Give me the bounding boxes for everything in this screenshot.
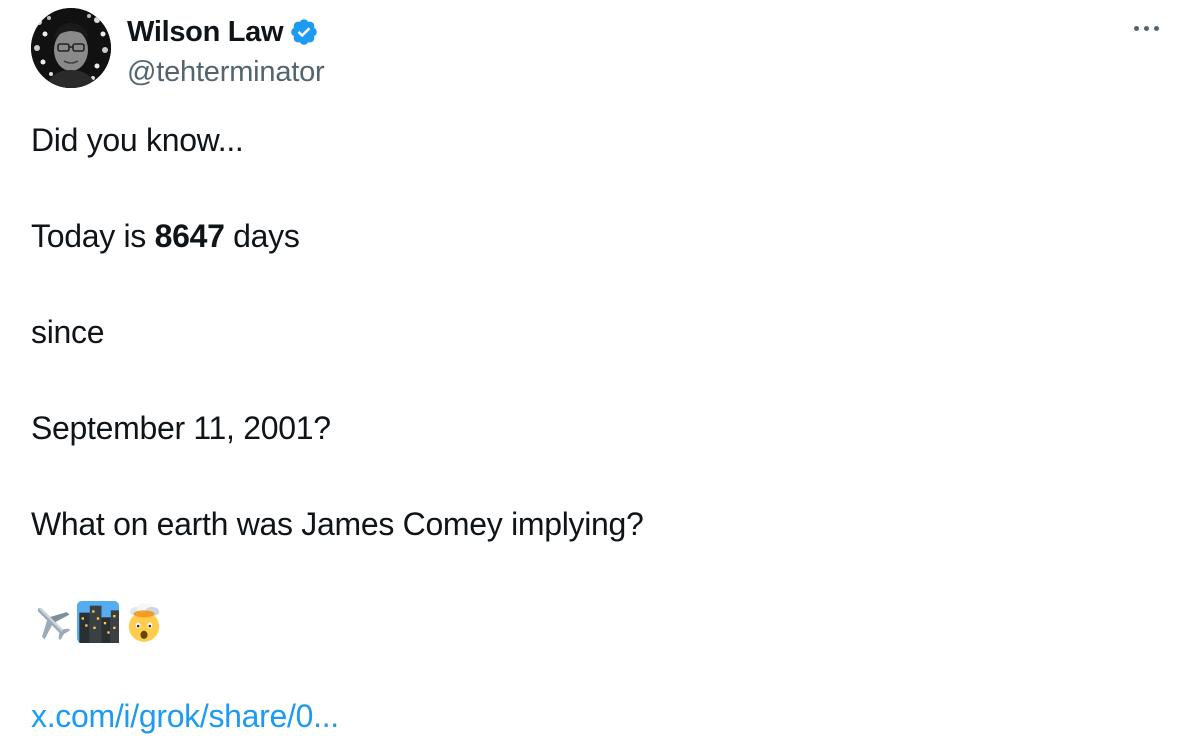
tweet-text-bold-number: 8647 [154,218,225,254]
night-city-emoji-icon [77,601,119,643]
airplane-emoji-icon [31,601,73,643]
avatar[interactable] [31,8,111,88]
ellipsis-icon-dot [1133,25,1139,31]
avatar-image [31,8,111,88]
author-display-name[interactable]: Wilson Law [127,16,284,49]
tweet-text-line-4: September 11, 2001? [31,410,331,446]
tweet-text-line-5: What on earth was James Comey implying? [31,506,644,542]
grok-share-link[interactable]: x.com/i/grok/share/0... [31,696,339,736]
name-row: Wilson Law [127,14,325,50]
tweet-text-prefix: Today is [31,218,155,254]
tweet-text-line-1: Did you know... [31,122,244,158]
verified-badge-icon [289,17,319,47]
author-names: Wilson Law @tehterminator [127,14,325,89]
tweet-text-line-2: Today is 8647 days [31,216,300,256]
ellipsis-icon-dot [1143,25,1149,31]
more-options-button[interactable] [1126,18,1166,38]
author-handle[interactable]: @tehterminator [127,56,325,89]
emoji-row [31,600,169,644]
tweet-header: Wilson Law @tehterminator [31,8,325,90]
tweet-card: Wilson Law @tehterminator Did you know..… [0,0,1188,756]
tweet-text-line-3: since [31,314,105,350]
exploding-head-emoji-icon [123,601,165,643]
tweet-text-suffix: days [224,218,300,254]
ellipsis-icon-dot [1153,25,1159,31]
